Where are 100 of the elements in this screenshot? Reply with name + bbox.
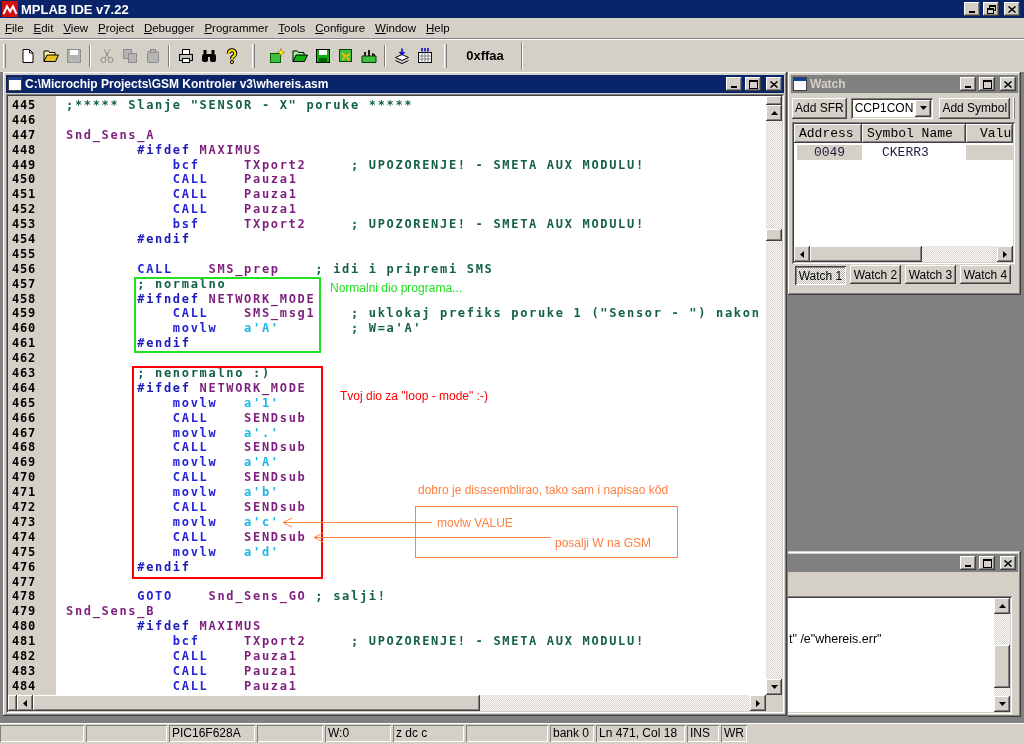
maximize-button[interactable] xyxy=(745,77,761,91)
code-line: movlw a'A' ; W=a'A' xyxy=(172,321,423,337)
tab[interactable]: Watch 1 xyxy=(795,266,846,285)
menu-item[interactable]: View xyxy=(58,19,94,37)
code-line: Snd_Sens_A xyxy=(66,127,156,143)
code-line: CALL Pauza1 xyxy=(172,202,298,218)
line-number: 472 xyxy=(12,500,37,515)
line-number: 456 xyxy=(12,261,37,277)
close-button[interactable] xyxy=(1004,2,1020,16)
left-triangle-icon xyxy=(23,699,27,707)
split-handle[interactable] xyxy=(8,695,17,711)
line-number: 451 xyxy=(12,187,37,203)
scroll-down-button[interactable] xyxy=(994,696,1010,712)
left-triangle-icon xyxy=(800,250,804,258)
split-handle[interactable] xyxy=(766,96,782,105)
menu-item[interactable]: File xyxy=(0,19,29,37)
close-icon xyxy=(770,80,778,88)
scissors-icon xyxy=(98,47,115,64)
line-number: 482 xyxy=(12,648,37,664)
code-line: ;***** Slanje "SENSOR - X" poruke ***** xyxy=(66,98,414,113)
add-symbol-button[interactable]: Add Symbol xyxy=(939,97,1011,119)
scroll-up-button[interactable] xyxy=(994,598,1010,614)
sfr-select[interactable]: CCP1CON xyxy=(850,97,934,119)
maximize-icon xyxy=(982,558,992,568)
menu-item[interactable]: Programmer xyxy=(199,19,274,37)
column-header[interactable]: Valu xyxy=(966,124,1013,143)
code-line: movlw a'd' xyxy=(172,544,280,560)
up-triangle-icon xyxy=(770,111,778,115)
code-line: Snd_Sens_B xyxy=(66,604,156,620)
line-number: 460 xyxy=(12,321,37,337)
scroll-left-button[interactable] xyxy=(794,246,810,262)
scroll-right-button[interactable] xyxy=(750,695,766,711)
close-button[interactable] xyxy=(1000,77,1016,91)
printer-icon xyxy=(177,47,194,64)
scroll-right-button[interactable] xyxy=(997,246,1013,262)
line-number: 465 xyxy=(12,395,37,411)
code-line: CALL SMS_prep ; idi i pripremi SMS xyxy=(137,261,494,277)
code-line: CALL SENDsub xyxy=(172,529,307,545)
restore-button[interactable] xyxy=(983,2,999,16)
hex-value-text: 0xffaa xyxy=(465,48,505,63)
window-title: Watch xyxy=(810,77,847,91)
scrollbar-thumb[interactable] xyxy=(810,246,922,262)
scrollbar-thumb[interactable] xyxy=(994,645,1010,688)
close-button[interactable] xyxy=(766,77,782,91)
code-area[interactable] xyxy=(56,96,766,695)
annotation-note: Tvoj dio za "loop - mode" :-) xyxy=(340,389,488,403)
status-panel xyxy=(257,725,323,742)
window-title: MPLAB IDE v7.22 xyxy=(21,1,130,17)
right-triangle-icon xyxy=(756,699,760,707)
maximize-button[interactable] xyxy=(979,77,995,91)
tab[interactable]: Watch 4 xyxy=(960,265,1011,284)
tab[interactable]: Watch 3 xyxy=(905,265,956,284)
scroll-left-button[interactable] xyxy=(17,695,33,711)
open-folder-icon xyxy=(42,47,59,64)
line-number: 459 xyxy=(12,306,37,322)
line-number: 478 xyxy=(12,589,37,605)
add-sfr-button[interactable]: Add SFR xyxy=(792,97,847,119)
scroll-down-button[interactable] xyxy=(766,679,782,695)
column-header[interactable]: Symbol Name xyxy=(862,124,966,143)
status-panel: W:0 xyxy=(325,725,391,742)
annotation-note: posalji W na GSM xyxy=(555,536,652,550)
menu-item[interactable]: Edit xyxy=(28,19,59,37)
code-line: bsf TXport2 ; UPOZORENJE! - SMETA AUX MODULU! xyxy=(172,217,645,232)
menu-item[interactable]: Help xyxy=(421,19,455,37)
minimize-button[interactable] xyxy=(960,77,976,91)
close-button[interactable] xyxy=(1000,556,1016,570)
code-line: movlw a'c' xyxy=(172,514,280,530)
menu-item[interactable]: Configure xyxy=(310,19,371,37)
status-panel: z dc c xyxy=(393,725,464,742)
blank-page-icon xyxy=(19,47,36,64)
maximize-button[interactable] xyxy=(979,556,995,570)
line-number: 448 xyxy=(12,142,37,158)
status-panel: Ln 471, Col 18 xyxy=(596,725,685,742)
scrollbar-thumb[interactable] xyxy=(766,229,782,241)
code-line: CALL Pauza1 xyxy=(172,678,298,694)
binoculars-icon xyxy=(200,47,217,64)
menu-item[interactable]: Debugger xyxy=(138,19,200,37)
minimize-button[interactable] xyxy=(964,2,980,16)
code-line: #ifdef MAXIMUS xyxy=(137,142,262,158)
code-line: #endif xyxy=(137,336,191,352)
menu-item[interactable]: Project xyxy=(93,19,139,37)
status-panel: PIC16F628A xyxy=(169,725,255,742)
minimize-button[interactable] xyxy=(960,556,976,570)
dropdown-button[interactable] xyxy=(915,99,932,117)
menu-item[interactable]: Tools xyxy=(273,19,311,37)
scrollbar-thumb[interactable] xyxy=(33,695,480,711)
line-number: 484 xyxy=(12,678,37,694)
line-number: 481 xyxy=(12,634,37,649)
menu-item[interactable]: Window xyxy=(370,19,421,37)
column-header[interactable]: Address xyxy=(794,124,862,143)
minimize-button[interactable] xyxy=(726,77,742,91)
scroll-up-button[interactable] xyxy=(766,105,782,121)
code-line: CALL Pauza1 xyxy=(172,663,298,679)
tab[interactable]: Watch 2 xyxy=(850,265,901,284)
folder-factory-icon xyxy=(360,47,377,64)
up-triangle-icon xyxy=(998,604,1006,608)
code-line: #endif xyxy=(137,232,191,247)
circuit-board-icon xyxy=(337,47,354,64)
status-panel: WR xyxy=(721,725,747,742)
annotation-note: movlw VALUE xyxy=(437,516,513,530)
